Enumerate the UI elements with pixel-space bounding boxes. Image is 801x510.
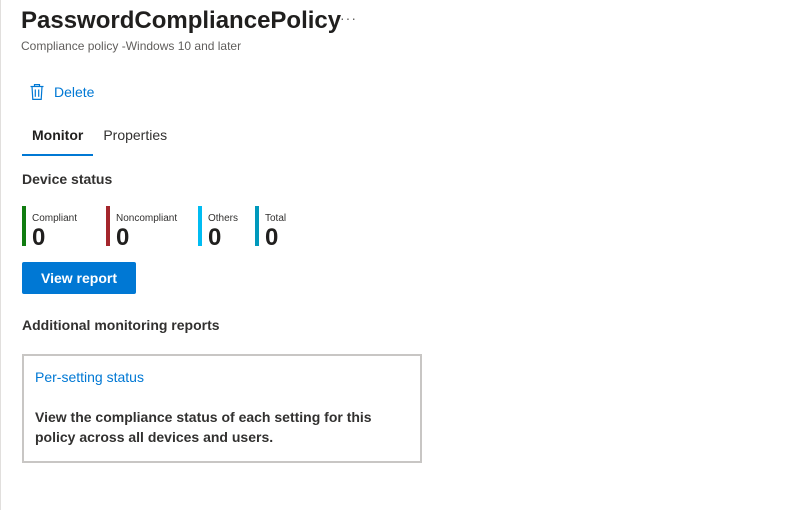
stat-total-bar [255, 206, 259, 246]
tab-properties[interactable]: Properties [93, 124, 177, 156]
view-report-button[interactable]: View report [22, 262, 136, 294]
stat-total-value: 0 [265, 224, 279, 251]
delete-label: Delete [54, 84, 95, 100]
stat-compliant: Compliant 0 [22, 206, 92, 254]
stat-noncompliant-bar [106, 206, 110, 246]
stat-compliant-bar [22, 206, 26, 246]
stat-others-value: 0 [208, 224, 222, 251]
per-setting-status-card[interactable]: Per-setting status View the compliance s… [22, 354, 422, 463]
per-setting-status-link[interactable]: Per-setting status [35, 369, 144, 385]
policy-page: PasswordCompliancePolicy ··· Compliance … [0, 0, 801, 510]
stat-noncompliant-value: 0 [116, 224, 130, 251]
tab-bar: Monitor Properties [22, 124, 177, 156]
page-subtitle: Compliance policy -Windows 10 and later [21, 39, 242, 53]
trash-icon [29, 83, 45, 101]
stat-noncompliant: Noncompliant 0 [106, 206, 184, 254]
stat-total: Total 0 [255, 206, 295, 254]
stat-compliant-value: 0 [32, 224, 46, 251]
stat-others-bar [198, 206, 202, 246]
per-setting-status-description: View the compliance status of each setti… [35, 409, 372, 445]
tab-monitor[interactable]: Monitor [22, 124, 94, 156]
page-title: PasswordCompliancePolicy [21, 7, 342, 34]
additional-reports-heading: Additional monitoring reports [22, 317, 220, 333]
more-options-button[interactable]: ··· [340, 10, 357, 26]
device-status-heading: Device status [22, 171, 113, 187]
stat-others: Others 0 [198, 206, 241, 254]
device-status-stats: Compliant 0 Noncompliant 0 Others 0 Tota… [22, 206, 309, 254]
delete-button[interactable]: Delete [29, 83, 94, 101]
